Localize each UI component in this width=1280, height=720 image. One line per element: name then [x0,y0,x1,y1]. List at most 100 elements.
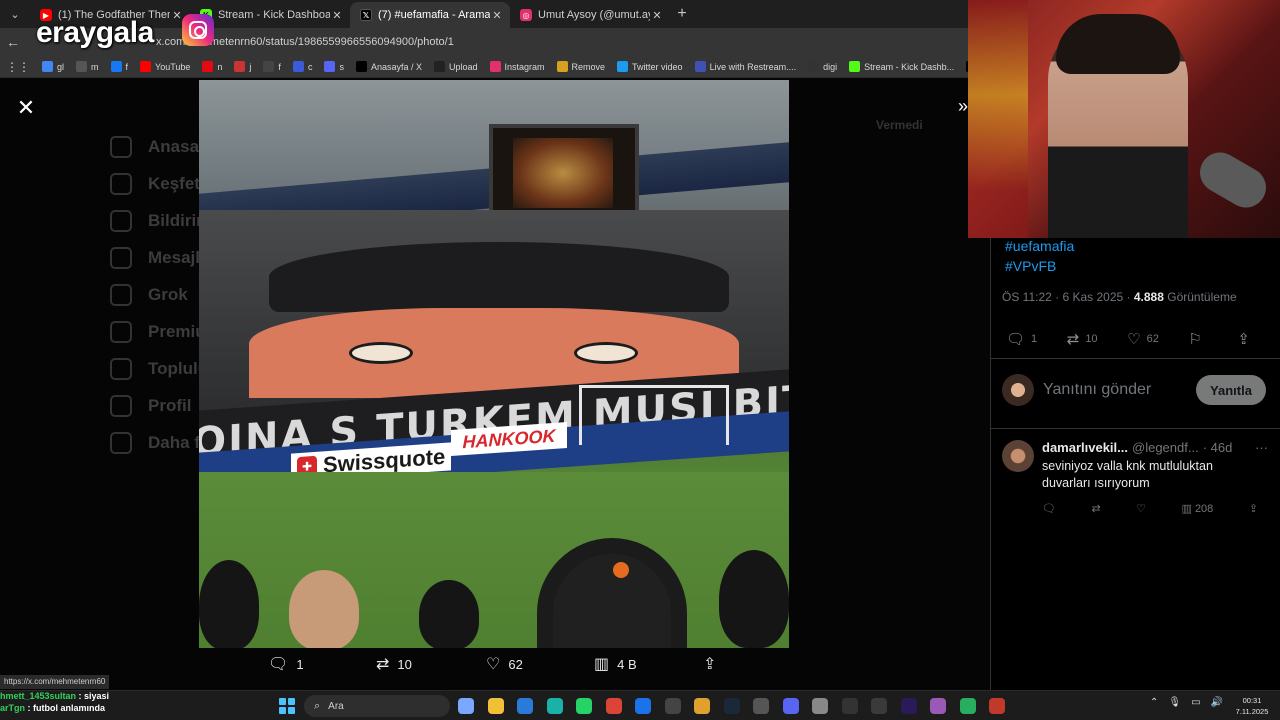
divider [990,358,1280,359]
back-icon[interactable]: ← [0,34,26,50]
nav-icon [110,357,132,380]
url-field[interactable]: x.com/mehmetenrn60/status/19865599665560… [156,31,960,53]
repost-button[interactable]: ⇄ 10 [376,654,412,674]
background-right-text: Vermedi [876,118,923,132]
views-button[interactable]: ▥ 4 B [594,654,637,674]
app-icon[interactable] [930,698,946,714]
reply-author-handle[interactable]: @legendf... [1132,440,1199,455]
volume-icon[interactable]: 🔊 [1211,697,1223,708]
instagram-icon: ◎ [520,9,532,21]
bookmark-item[interactable]: Stream - Kick Dashb... [849,61,954,72]
chrome-icon[interactable] [605,698,622,714]
like-button[interactable]: ♡ 62 [486,654,523,674]
close-icon[interactable]: ✕ [650,9,664,22]
heart-icon[interactable]: ♡ [1136,502,1146,515]
edge-icon[interactable] [546,698,563,714]
reply-author-name[interactable]: damarlıvekil... [1042,440,1128,455]
share-button[interactable]: ⇪ [1237,330,1256,348]
app-icon[interactable] [841,698,858,714]
share-icon: ⇪ [1237,331,1250,348]
bookmark-item[interactable]: j [234,61,251,72]
share-button[interactable]: ⇪ [703,654,724,674]
copilot-icon[interactable] [458,698,474,714]
premiere-icon[interactable] [900,698,917,714]
tweet-time[interactable]: ÖS 11:22 [1002,290,1052,304]
windows-start-icon[interactable] [279,698,295,714]
discord-icon[interactable] [782,698,799,714]
app-icon[interactable] [812,698,828,714]
reply-button[interactable]: 🗨 1 [1006,330,1037,348]
bookmark-icon: ⚐ [1188,331,1202,348]
j-icon [234,61,246,72]
bookmark-item[interactable]: s [324,61,344,72]
f-icon [263,61,275,72]
bookmark-item[interactable]: n [202,61,222,72]
bookmark-item[interactable]: gl [42,61,64,72]
file-explorer-icon[interactable] [487,698,504,714]
reply-submit-button[interactable]: Yanıtla [1196,375,1266,405]
reply-button[interactable]: 🗨 1 [268,654,304,674]
like-button[interactable]: ♡ 62 [1127,330,1159,348]
tab-kick-dashboard[interactable]: K Stream - Kick Dashboard ✕ [190,2,350,28]
steam-icon[interactable] [723,698,740,714]
bookmark-item[interactable]: m [76,61,99,72]
share-icon[interactable]: ⇪ [1249,502,1258,515]
app-icon[interactable] [989,698,1005,714]
reply-icon[interactable]: 🗨 [1042,502,1056,515]
hashtag-link[interactable]: #VPvFB [1005,256,1074,276]
kick-icon [849,61,861,72]
close-icon[interactable]: ✕ [330,9,344,22]
4k-icon[interactable] [871,698,887,714]
reply-icon: 🗨 [268,656,289,673]
views-button[interactable]: ▥ 208 [1181,502,1213,515]
openai-icon[interactable] [753,698,769,714]
repost-button[interactable]: ⇄ 10 [1067,330,1098,348]
microphone-icon[interactable]: 🎙 [1168,697,1181,708]
apps-icon[interactable]: ⋮⋮ [6,60,30,74]
repost-icon[interactable]: ⇄ [1091,502,1100,515]
taskbar-search[interactable]: ⌕ Ara [304,695,450,717]
tab-instagram[interactable]: ◎ Umut Aysoy (@umut.aysoy) • Ins ✕ [510,2,670,28]
more-icon[interactable]: ··· [1255,440,1268,455]
close-icon[interactable]: ✕ [490,9,504,22]
tweet-date[interactable]: 6 Kas 2025 [1062,290,1123,304]
chevron-up-icon[interactable]: ⌃ [1150,697,1158,708]
bookmark-item[interactable]: Anasayfa / X [355,61,422,72]
whatsapp-icon[interactable] [576,698,592,714]
tab-uefamafia[interactable]: 𝕏 (7) #uefamafia - Arama / X ✕ [350,2,510,28]
tweet-views: 4.888 [1133,290,1164,304]
reply-composer: Yanıtını gönder Yanıtla [1002,372,1266,408]
bookmark-item[interactable]: c [292,61,312,72]
avatar[interactable] [1002,440,1034,472]
hashtag-link[interactable]: #uefamafia [1005,236,1074,256]
bookmark-item[interactable]: Twitter video [617,61,683,72]
app-icon[interactable] [694,698,710,714]
app-icon[interactable] [959,698,976,714]
app-icon[interactable] [664,698,681,714]
new-tab-button[interactable]: + [670,5,694,23]
bookmark-item[interactable]: Instagram [489,61,545,72]
instagram-icon [489,61,501,72]
youtube-icon [140,61,152,72]
bookmark-item[interactable]: f [263,61,281,72]
bookmark-item[interactable]: Upload [433,61,478,72]
tab-list-button[interactable]: ⌄ [4,4,26,24]
bookmark-item[interactable]: Remove [556,61,605,72]
reply-text: seviniyoz valla knk mutluluktan duvarlar… [1042,459,1213,490]
bar-chart-icon: ▥ [1181,503,1192,515]
goal-frame [579,385,729,445]
bookmark-button[interactable]: ⚐ [1188,330,1207,348]
reply-input[interactable]: Yanıtını gönder [1043,381,1196,399]
close-viewer-icon[interactable]: ✕ [14,96,38,120]
webcam-overlay [968,0,1280,238]
store-icon[interactable] [517,698,533,714]
chat-line: arTgn : futbol anlamında [0,703,106,713]
chrome-alt-icon[interactable] [635,698,651,714]
bookmark-item[interactable]: YouTube [140,61,190,72]
bookmark-item[interactable]: f [110,61,128,72]
bookmark-item[interactable]: Live with Restream.... [694,61,796,72]
bookmark-item[interactable]: digi [808,61,837,72]
display-icon[interactable]: ▭ [1191,697,1200,708]
taskbar-clock[interactable]: 00:31 7.11.2025 [1228,695,1276,717]
nav-icon [110,394,132,417]
